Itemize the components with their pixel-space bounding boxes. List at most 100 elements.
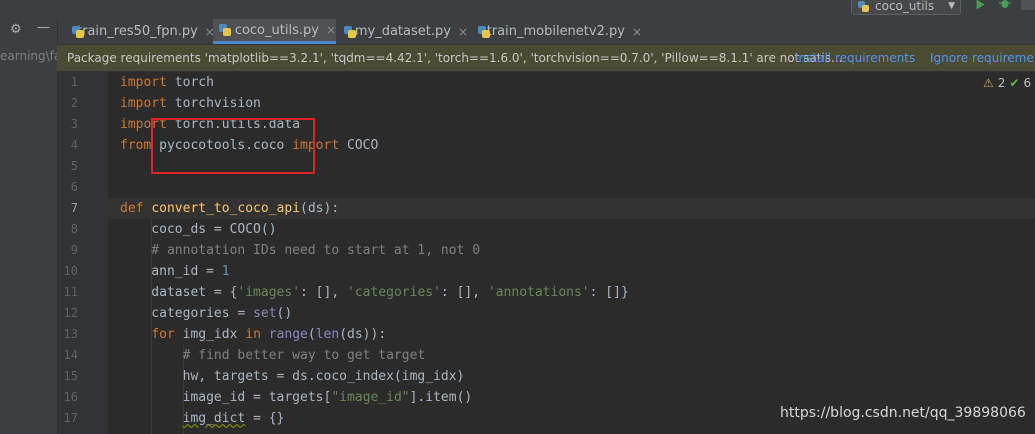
code-token: set [253,306,277,321]
code-token: range [268,327,308,342]
code-token: in [245,327,261,342]
code-line: hw, targets = ds.coco_index(img_idx) [120,366,465,387]
line-number: 16 [63,390,78,404]
run-configuration-select[interactable]: coco_utils ▼ [851,0,961,15]
close-icon[interactable]: × [458,25,468,39]
code-token: ].item() [409,390,473,405]
run-icon[interactable] [975,0,987,9]
line-number: 17 [63,411,78,425]
line-number: 12 [63,306,78,320]
code-token: "image_id" [331,390,410,405]
code-token: (ds)): [339,327,387,342]
code-token: 1 [221,264,230,279]
tab-my-dataset[interactable]: my_dataset.py × [338,19,468,44]
code-token: ( [307,327,316,342]
line-number: 14 [63,348,78,362]
code-token: img_idx [174,327,246,342]
line-number: 6 [70,180,78,194]
code-token: image_id = targets[ [120,390,332,405]
code-line: image_id = targets["image_id"].item() [120,387,473,408]
inspection-widget[interactable]: ⚠ 2 ✔ 6 [983,76,1031,90]
code-line: coco_ds = COCO() [120,219,277,240]
close-icon[interactable]: × [326,23,336,37]
chevron-down-icon: ▼ [948,1,955,11]
code-line: import torchvision [120,93,261,114]
tab-train-res50-fpn[interactable]: train_res50_fpn.py × [66,19,215,44]
tab-label: train_res50_fpn.py [77,24,198,39]
code-token: hw, targets = ds.coco_index(img_idx) [120,369,465,384]
code-token: = {} [245,411,285,426]
code-token: () [276,306,293,321]
python-file-icon [478,25,490,38]
tab-label: train_mobilenetv2.py [486,24,625,39]
tab-coco-utils[interactable]: coco_utils.py × [213,19,336,44]
line-number: 9 [70,243,78,257]
line-number: 5 [70,159,78,173]
code-token: (ds): [300,201,340,216]
code-token: # find better way to get target [120,348,426,363]
line-number-gutter: 1 2 3 4 5 6 7 8 9 10 11 12 13 14 15 16 17 [57,72,118,434]
line-number: 1 [70,75,78,89]
line-number: 4 [70,138,78,152]
install-requirements-link[interactable]: Install requirements [795,51,915,65]
code-line: img_dict = {} [120,408,285,429]
tab-train-mobilenetv2[interactable]: train_mobilenetv2.py × [472,19,642,44]
project-path: earning\fa [0,49,62,63]
code-token: 'categories' [347,285,441,300]
code-line: for img_idx in range(len(ds)): [120,324,386,345]
code-line: # find better way to get target [120,345,426,366]
code-token: 'images' [237,285,301,300]
code-token: len [315,327,340,342]
run-configuration-label: coco_utils [875,0,935,13]
code-token: categories = [120,306,254,321]
ignore-requirements-link[interactable]: Ignore requireme [930,51,1034,65]
gear-icon[interactable]: ⚙ [10,22,22,37]
line-number: 7 [70,201,78,215]
toolbar-more-icon[interactable] [1021,0,1035,10]
warning-count: 2 [997,76,1006,90]
tab-label: my_dataset.py [354,24,451,39]
code-token: coco_ds = COCO() [120,222,277,237]
line-number: 8 [70,222,78,236]
code-line: ann_id = 1 [120,261,230,282]
code-token: img_dict [182,411,246,426]
code-token: COCO [339,138,379,153]
annotation-highlight-box [151,118,315,174]
code-token: : [], [440,285,488,300]
code-line: categories = set() [120,303,292,324]
code-line: import torch [120,72,214,93]
code-token: from [120,138,152,153]
code-token: : [], [300,285,347,300]
line-number: 11 [63,285,78,299]
code-token: for [151,327,175,342]
code-token: torch [166,75,214,90]
requirements-banner: Package requirements 'matplotlib==3.2.1'… [57,45,1035,72]
line-number: 2 [70,96,78,110]
line-number: 3 [70,117,78,131]
line-number: 15 [63,369,78,383]
debug-icon[interactable] [999,0,1011,10]
close-icon[interactable]: × [632,25,642,39]
tab-label: coco_utils.py [234,22,319,38]
code-token: dataset = { [120,285,238,300]
requirements-message: Package requirements 'matplotlib==3.2.1'… [67,51,843,65]
top-toolbar: coco_utils ▼ [0,0,1035,19]
editor-tabs: train_res50_fpn.py × coco_utils.py × my_… [0,19,1035,45]
code-line: dataset = {'images': [], 'categories': [… [120,282,629,303]
watermark: https://blog.csdn.net/qq_39898066 [780,405,1026,421]
code-line: # annotation IDs need to start at 1, not… [120,240,480,261]
code-token: import [120,96,167,111]
python-file-icon [858,0,869,12]
code-token: import [120,75,167,90]
python-file-icon [219,24,231,36]
code-token: : []} [589,285,629,300]
code-token: ann_id = [120,264,222,279]
minimize-icon[interactable]: — [37,20,50,35]
project-panel: ⚙ — earning\fa [0,19,62,434]
check-count: 6 [1023,76,1032,90]
warning-icon: ⚠ [983,76,994,90]
code-token: convert_to_coco_api [151,201,301,216]
